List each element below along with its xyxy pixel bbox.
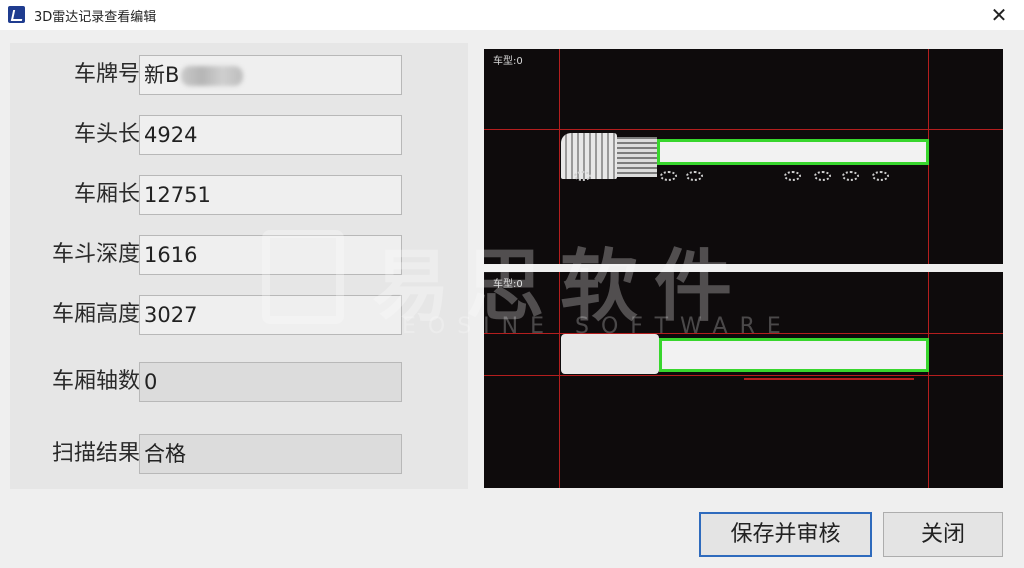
bucket-depth-field[interactable]: 1616	[139, 235, 402, 275]
top-view-marker-line	[744, 378, 914, 380]
close-icon[interactable]: ✕	[982, 0, 1016, 30]
side-view-gridline	[559, 49, 560, 264]
plate-field[interactable]: 新B	[139, 55, 402, 95]
side-view-label: 车型:0	[493, 56, 523, 67]
axle-count-row: 车厢轴数 0	[10, 362, 468, 402]
wheel-points	[686, 171, 703, 181]
top-view-gridline	[484, 375, 1003, 376]
window-title: 3D雷达记录查看编辑	[34, 10, 157, 25]
title-bar: 3D雷达记录查看编辑 ✕	[0, 0, 1024, 30]
plate-value: 新B	[144, 63, 180, 87]
record-form: 车牌号 新B 车头长 4924 车厢长 12751 车斗深度 1616 车厢高度…	[10, 43, 468, 489]
axle-count-field: 0	[139, 362, 402, 402]
side-view-gridline	[484, 129, 1003, 130]
plate-row: 车牌号 新B	[10, 55, 468, 95]
cargo-box-outline	[657, 139, 929, 165]
bucket-depth-row: 车斗深度 1616	[10, 235, 468, 275]
bucket-depth-label: 车斗深度	[51, 242, 140, 267]
wheel-points	[872, 171, 889, 181]
wheel-points	[842, 171, 859, 181]
body-length-field[interactable]: 12751	[139, 175, 402, 215]
body-height-row: 车厢高度 3027	[10, 295, 468, 335]
top-view-gridline	[559, 272, 560, 488]
scan-result-label: 扫描结果	[51, 441, 140, 466]
body-height-label: 车厢高度	[51, 302, 140, 327]
top-view-label: 车型:0	[493, 279, 523, 290]
scan-result-row: 扫描结果 合格	[10, 434, 468, 474]
wheel-points	[660, 171, 677, 181]
head-length-field[interactable]: 4924	[139, 115, 402, 155]
app-icon	[8, 6, 25, 23]
top-view-gridline	[928, 272, 929, 488]
save-and-review-button[interactable]: 保存并审核	[699, 512, 872, 557]
wheel-points	[814, 171, 831, 181]
truck-cab-points	[617, 137, 657, 177]
lidar-top-view: 车型:0	[484, 272, 1003, 488]
wheel-points	[574, 171, 591, 181]
plate-blur-mask	[181, 66, 244, 86]
body-length-row: 车厢长 12751	[10, 175, 468, 215]
axle-count-label: 车厢轴数	[51, 369, 140, 394]
cargo-box-outline	[659, 338, 929, 372]
head-length-label: 车头长	[73, 122, 140, 147]
lidar-side-view: 车型:0	[484, 49, 1003, 264]
close-button[interactable]: 关闭	[883, 512, 1003, 557]
scan-result-field: 合格	[139, 434, 402, 474]
head-length-row: 车头长 4924	[10, 115, 468, 155]
plate-label: 车牌号	[73, 62, 140, 87]
body-height-field[interactable]: 3027	[139, 295, 402, 335]
body-length-label: 车厢长	[73, 182, 140, 207]
wheel-points	[784, 171, 801, 181]
truck-top-points	[561, 334, 659, 374]
